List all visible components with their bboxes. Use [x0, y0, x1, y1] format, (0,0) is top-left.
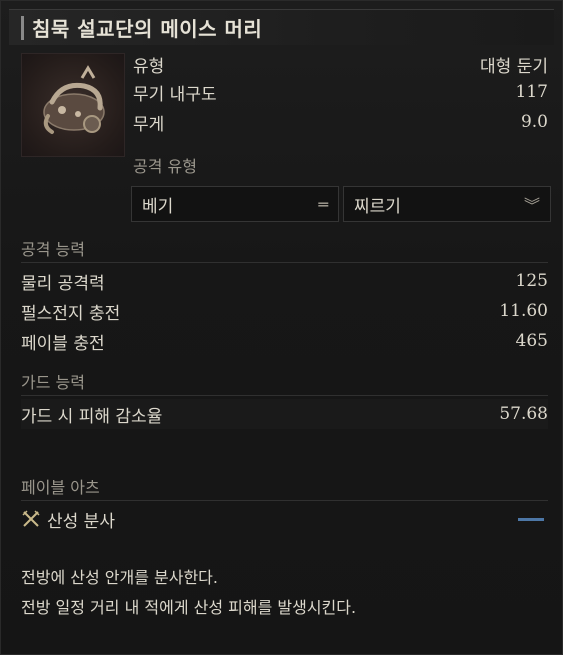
stat-label: 펄스전지 충전	[21, 303, 121, 324]
weight-row: 무게 9.0	[133, 109, 548, 135]
title-accent	[21, 15, 24, 40]
skill-accent-bar	[518, 518, 544, 521]
type-value: 대형 둔기	[480, 56, 548, 77]
stat-label: 물리 공격력	[21, 273, 105, 294]
stat-row-physical-attack: 물리 공격력 125	[21, 266, 548, 296]
fable-arts-header: 페이블 아츠	[21, 471, 548, 501]
stat-row-guard-reduction: 가드 시 피해 감소율 57.68	[21, 399, 548, 429]
item-image	[21, 53, 125, 157]
attack-type-slash-option[interactable]: 베기 ═	[131, 186, 339, 222]
skill-name: 산성 분사	[47, 511, 115, 532]
stat-label: 가드 시 피해 감소율	[21, 406, 163, 427]
stat-value: 465	[515, 331, 548, 351]
type-label: 유형	[133, 56, 165, 77]
item-title: 침묵 설교단의 메이스 머리	[32, 17, 263, 41]
attack-type-thrust-dropdown[interactable]: 찌르기 ︾	[343, 186, 551, 222]
mace-head-icon	[43, 65, 105, 134]
durability-row: 무기 내구도 117	[133, 79, 548, 105]
item-tooltip-panel: 침묵 설교단의 메이스 머리 유형 대형 둔기 무기 내구도 117 무게 9.…	[0, 0, 563, 655]
weight-label: 무게	[133, 114, 165, 135]
stat-row-pulse-cell: 펄스전지 충전 11.60	[21, 296, 548, 326]
attack-type-option2-label: 찌르기	[354, 196, 401, 217]
attack-ability-header: 공격 능력	[21, 233, 548, 263]
stat-value: 57.68	[499, 404, 548, 424]
chevron-double-down-icon: ︾	[523, 196, 540, 215]
durability-value: 117	[515, 82, 548, 102]
stat-value: 125	[515, 271, 548, 291]
title-bar: 침묵 설교단의 메이스 머리	[9, 9, 554, 45]
guard-ability-header: 가드 능력	[21, 366, 548, 396]
crossed-swords-icon	[21, 509, 41, 529]
durability-label: 무기 내구도	[133, 84, 217, 105]
attack-type-label: 공격 유형	[133, 157, 197, 176]
stat-row-fable-charge: 페이블 충전 465	[21, 326, 548, 356]
type-row: 유형 대형 둔기	[133, 51, 548, 77]
weight-value: 9.0	[520, 112, 548, 132]
fable-art-skill[interactable]: 산성 분사	[21, 504, 548, 534]
equal-icon: ═	[318, 194, 328, 214]
attack-type-option1-label: 베기	[142, 196, 174, 217]
description-line-1: 전방에 산성 안개를 분사한다.	[21, 568, 218, 587]
description-line-2: 전방 일정 거리 내 적에게 산성 피해를 발생시킨다.	[21, 598, 357, 617]
stat-value: 11.60	[499, 301, 548, 321]
stat-label: 페이블 충전	[21, 333, 105, 354]
